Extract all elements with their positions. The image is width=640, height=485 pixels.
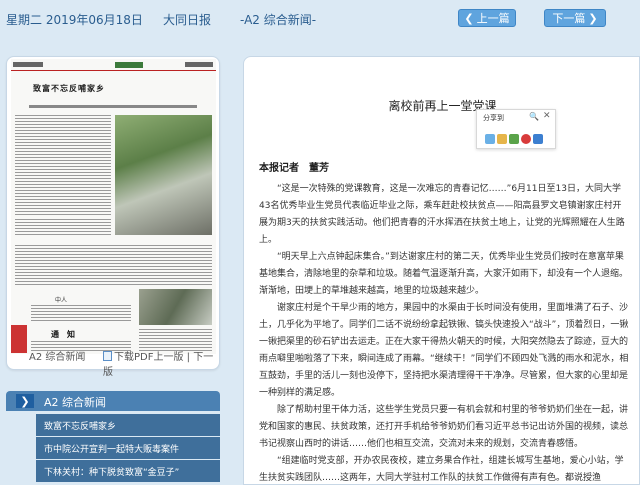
- newspaper-name: 大同日报: [163, 13, 212, 27]
- section-article-item[interactable]: 致富不忘反哺家乡: [36, 414, 220, 436]
- arrow-left-icon: ❮: [464, 11, 474, 25]
- article-byline: 本报记者 董芳: [259, 163, 329, 174]
- heart-icon[interactable]: [521, 134, 531, 144]
- share-popup: 分享到 🔍 ✕: [476, 109, 556, 149]
- thumbnail-caption: 中人: [55, 297, 68, 304]
- page-thumbnail-card: 致富不忘反哺家乡 中人 通 知 A2 综合新闻 下载PDF上一版 | 下一版: [6, 56, 221, 378]
- pdf-download-label: 下载PDF上一版: [114, 352, 184, 363]
- share-icon-row: [485, 134, 543, 144]
- pdf-divider: |: [183, 352, 194, 363]
- search-icon[interactable]: 🔍: [529, 112, 539, 121]
- chevron-right-icon: ❯: [16, 394, 34, 408]
- next-article-label: 下一篇: [552, 12, 586, 25]
- article-title: 离校前再上一堂党课: [388, 99, 497, 113]
- thumbnail-text-block[interactable]: [15, 115, 111, 215]
- page-thumbnail-footer: A2 综合新闻 下载PDF上一版 | 下一版: [7, 345, 221, 378]
- close-icon[interactable]: ✕: [543, 111, 551, 121]
- section-article-list: 致富不忘反哺家乡 市中院公开宣判一起特大贩毒案件 下林关村：种下脱贫致富“金豆子…: [36, 414, 220, 483]
- issue-date: 星期二 2019年06月18日: [6, 13, 143, 27]
- section-article-label: 致富不忘反哺家乡: [44, 421, 117, 432]
- page-thumbnail[interactable]: 致富不忘反哺家乡 中人 通 知: [11, 59, 216, 354]
- thumbnail-headline[interactable]: 致富不忘反哺家乡: [33, 83, 105, 94]
- article-paragraph: “组建临时党支部，开办农民夜校，建立务果合作社，组建长城写生基地，爱心小站，学生…: [259, 456, 624, 483]
- article-paragraph: “明天早上六点钟起床集合。”到达谢家庄村的第二天，优秀毕业生党员们按时在意富苹果…: [259, 252, 629, 296]
- section-header: ❯ A2 综合新闻: [6, 391, 220, 411]
- next-article-button[interactable]: 下一篇 ❯: [544, 9, 606, 27]
- article-paragraph: 谢家庄村是个干旱少雨的地方，果园中的水渠由于长时间没有使用，里面堆满了石子、沙土…: [259, 303, 629, 398]
- prev-article-button[interactable]: ❮ 上一篇: [458, 9, 516, 27]
- thumbnail-subhead: [29, 105, 197, 108]
- top-bar: 星期二 2019年06月18日 大同日报 -A2 综合新闻- ❮ 上一篇 下一篇…: [0, 0, 640, 38]
- article-paragraph: “这是一次特殊的党课教育，这是一次难忘的青春记忆……”6月11日至13日，大同大…: [259, 184, 625, 245]
- arrow-right-icon: ❯: [588, 11, 598, 25]
- section-article-label: 下林关村：种下脱贫致富“金豆子”: [44, 467, 180, 478]
- thumbnail-masthead: [11, 59, 216, 71]
- thumbnail-notice: 通 知: [51, 330, 75, 339]
- weibo-icon[interactable]: [497, 134, 507, 144]
- prev-article-label: 上一篇: [476, 12, 510, 25]
- article-panel: 离校前再上一堂党课 分享到 🔍 ✕ 本报记者 董芳 “这是一次特殊的党课教育，这…: [243, 56, 640, 485]
- more-share-icon[interactable]: [533, 134, 543, 144]
- article-body: “这是一次特殊的党课教育，这是一次难忘的青春记忆……”6月11日至13日，大同大…: [259, 181, 629, 484]
- page-section-link[interactable]: A2 综合新闻: [29, 348, 85, 363]
- section-title: A2 综合新闻: [44, 396, 107, 409]
- thumbnail-text-block[interactable]: [15, 219, 111, 235]
- pdf-download-link[interactable]: 下载PDF上一版 | 下一版: [103, 348, 221, 378]
- article-paragraph: 除了帮助村里干体力活，这些学生党员只要一有机会就和村里的爷爷奶奶们坐在一起，讲党…: [259, 405, 629, 449]
- wechat-icon[interactable]: [509, 134, 519, 144]
- section-article-item[interactable]: 下林关村：种下脱贫致富“金豆子”: [36, 460, 220, 482]
- share-label: 分享到: [483, 114, 504, 122]
- thumbnail-photo[interactable]: [115, 115, 212, 235]
- pdf-icon: [103, 351, 112, 361]
- thumbnail-text-block[interactable]: [31, 305, 131, 323]
- qzone-icon[interactable]: [485, 134, 495, 144]
- thumbnail-text-block[interactable]: [15, 245, 212, 285]
- page-label: -A2 综合新闻-: [240, 13, 317, 27]
- section-article-item[interactable]: 市中院公开宣判一起特大贩毒案件: [36, 437, 220, 459]
- section-article-label: 市中院公开宣判一起特大贩毒案件: [44, 444, 180, 455]
- thumbnail-photo[interactable]: [139, 289, 212, 325]
